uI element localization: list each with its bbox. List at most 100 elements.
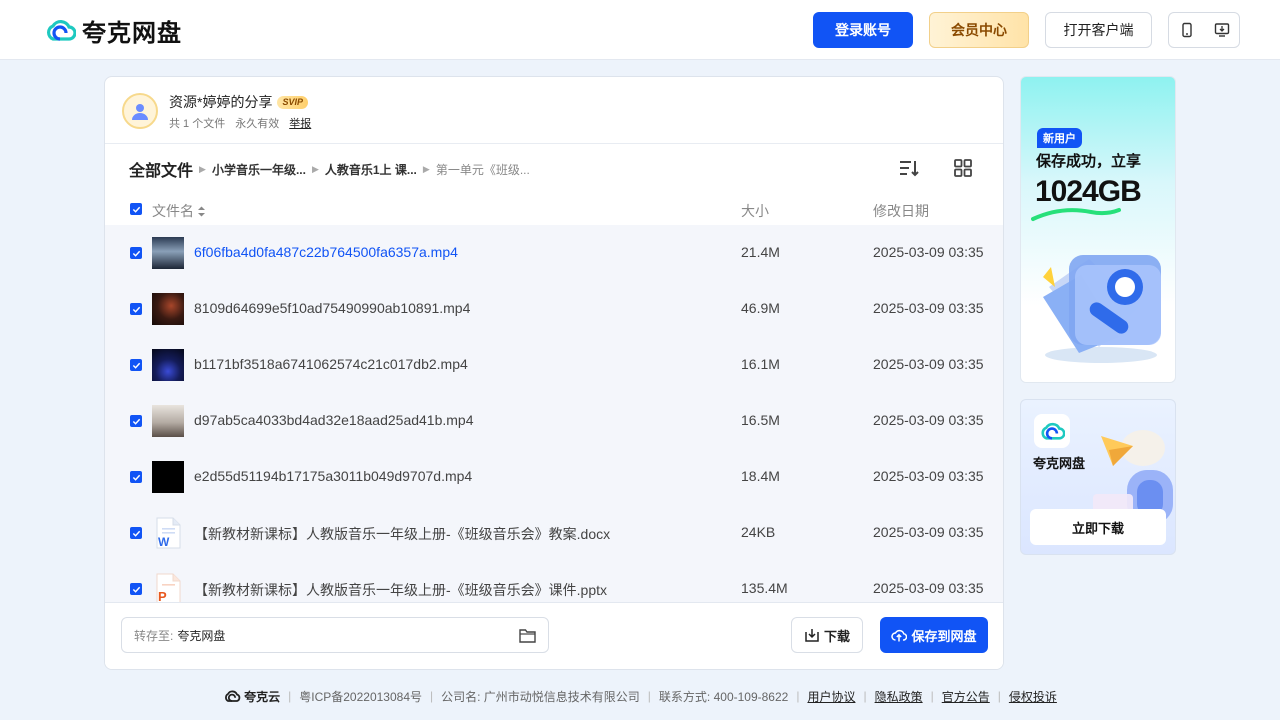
file-size: 135.4M <box>741 580 788 596</box>
video-thumbnail <box>152 461 184 493</box>
check-icon <box>132 586 140 593</box>
new-user-tag: 新用户 <box>1037 128 1082 148</box>
table-row[interactable]: P 【新教材新课标】人教版音乐一年级上册-《班级音乐会》课件.pptx 135.… <box>105 561 1003 602</box>
save-location-selector[interactable]: 转存至: 夸克网盘 <box>121 617 549 653</box>
file-size: 21.4M <box>741 244 780 260</box>
mobile-app-button[interactable] <box>1169 13 1204 47</box>
download-button[interactable]: 下载 <box>791 617 863 653</box>
app-illustration <box>1093 430 1173 524</box>
table-row[interactable]: b1171bf3518a6741062574c21c017db2.mp4 16.… <box>105 337 1003 393</box>
footer-link-announcements[interactable]: 官方公告 <box>942 688 990 705</box>
footer-contact: 联系方式: 400-109-8622 <box>658 689 789 704</box>
desktop-app-button[interactable] <box>1204 13 1239 47</box>
open-client-button[interactable]: 打开客户端 <box>1045 12 1152 48</box>
footer-divider: | <box>930 689 934 703</box>
grid-view-icon[interactable] <box>952 157 974 179</box>
table-row[interactable]: 8109d64699e5f10ad75490990ab10891.mp4 46.… <box>105 281 1003 337</box>
folder-icon <box>519 629 536 643</box>
column-date-header: 修改日期 <box>873 203 929 219</box>
footer-brand: 夸克云 <box>223 688 280 705</box>
file-name[interactable]: 【新教材新课标】人教版音乐一年级上册-《班级音乐会》课件.pptx <box>194 580 607 600</box>
table-row[interactable]: e2d55d51194b17175a3011b049d9707d.mp4 18.… <box>105 449 1003 505</box>
table-row[interactable]: W 【新教材新课标】人教版音乐一年级上册-《班级音乐会》教案.docx 24KB… <box>105 505 1003 561</box>
row-checkbox[interactable] <box>130 303 142 315</box>
device-download-group <box>1168 12 1240 48</box>
svip-badge: SVIP <box>277 95 308 109</box>
select-all-checkbox[interactable] <box>130 203 142 215</box>
swoosh-decoration <box>1031 208 1121 221</box>
word-doc-icon: W <box>152 517 184 549</box>
video-thumbnail <box>152 349 184 381</box>
breadcrumb-item[interactable]: 小学音乐一年级... <box>212 161 306 178</box>
file-size: 18.4M <box>741 468 780 484</box>
table-row[interactable]: d97ab5ca4033bd4ad32e18aad25ad41b.mp4 16.… <box>105 393 1003 449</box>
folder-illustration <box>1043 255 1161 363</box>
footer-divider: | <box>647 689 651 703</box>
desktop-icon <box>1214 23 1229 37</box>
footer-link-terms[interactable]: 用户协议 <box>807 688 855 705</box>
file-date: 2025-03-09 03:35 <box>873 580 984 596</box>
share-panel: 资源*婷婷的分享 SVIP 共 1 个文件 永久有效 举报 全部文件 ▶ 小学音… <box>104 76 1004 670</box>
file-size: 16.5M <box>741 412 780 428</box>
check-icon <box>132 474 140 481</box>
footer-brand-text: 夸克云 <box>244 689 281 704</box>
column-name-header[interactable]: 文件名 <box>152 201 206 221</box>
report-link[interactable]: 举报 <box>289 115 311 131</box>
file-name[interactable]: e2d55d51194b17175a3011b049d9707d.mp4 <box>194 468 472 484</box>
app-download-banner[interactable]: 夸克网盘 立即下载 <box>1020 399 1176 555</box>
vip-center-button[interactable]: 会员中心 <box>929 12 1029 48</box>
table-row[interactable]: 6f06fba4d0fa487c22b764500fa6357a.mp4 21.… <box>105 225 1003 281</box>
file-count: 共 1 个文件 <box>169 118 226 130</box>
new-user-promo-banner[interactable]: 新用户 保存成功，立享 1024GB <box>1020 76 1176 383</box>
save-to-drive-button[interactable]: 保存到网盘 <box>880 617 988 653</box>
validity: 永久有效 <box>235 118 280 130</box>
promo-line1: 保存成功，立享 <box>1036 153 1142 170</box>
row-checkbox[interactable] <box>130 415 142 427</box>
download-label: 下载 <box>823 628 850 644</box>
quark-app-logo <box>1034 414 1070 448</box>
quark-logo[interactable]: 夸克网盘 <box>44 15 182 47</box>
footer-icp: 粤ICP备2022013084号 <box>299 689 422 704</box>
save-to-label: 转存至: <box>134 628 174 643</box>
file-date: 2025-03-09 03:35 <box>873 468 984 484</box>
footer-link-privacy[interactable]: 隐私政策 <box>875 688 923 705</box>
svg-text:W: W <box>158 535 170 549</box>
footer-divider: | <box>288 689 292 703</box>
row-checkbox[interactable] <box>130 247 142 259</box>
footer-divider: | <box>796 689 800 703</box>
file-name[interactable]: 8109d64699e5f10ad75490990ab10891.mp4 <box>194 300 470 316</box>
row-checkbox[interactable] <box>130 471 142 483</box>
share-title-text: 资源*婷婷的分享 <box>169 94 273 110</box>
file-name[interactable]: d97ab5ca4033bd4ad32e18aad25ad41b.mp4 <box>194 412 474 428</box>
user-icon <box>132 104 148 120</box>
download-app-button[interactable]: 立即下载 <box>1030 509 1166 545</box>
download-icon <box>805 629 819 642</box>
file-name[interactable]: 6f06fba4d0fa487c22b764500fa6357a.mp4 <box>194 244 458 260</box>
file-name[interactable]: b1171bf3518a6741062574c21c017db2.mp4 <box>194 356 468 372</box>
sort-icon[interactable] <box>897 157 919 179</box>
ppt-icon: P <box>152 573 184 602</box>
file-size: 24KB <box>741 524 776 540</box>
footer-link-complaints[interactable]: 侵权投诉 <box>1009 688 1057 705</box>
file-size: 16.1M <box>741 356 780 372</box>
avatar <box>122 93 158 129</box>
breadcrumb-root[interactable]: 全部文件 <box>129 157 193 181</box>
footer: 夸克云 | 粤ICP备2022013084号 | 公司名: 广州市动悦信息技术有… <box>0 686 1280 706</box>
share-title: 资源*婷婷的分享 SVIP <box>169 92 308 112</box>
file-date: 2025-03-09 03:35 <box>873 412 984 428</box>
row-checkbox[interactable] <box>130 527 142 539</box>
breadcrumb-item[interactable]: 人教音乐1上 课... <box>325 161 417 178</box>
breadcrumb-current: 第一单元《班级... <box>435 162 530 177</box>
chevron-right-icon: ▶ <box>422 163 430 174</box>
footer-company: 公司名: 广州市动悦信息技术有限公司 <box>441 689 640 704</box>
column-name-label: 文件名 <box>152 203 194 219</box>
row-checkbox[interactable] <box>130 583 142 595</box>
top-bar: 夸克网盘 登录账号 会员中心 打开客户端 <box>0 0 1280 60</box>
file-name[interactable]: 【新教材新课标】人教版音乐一年级上册-《班级音乐会》教案.docx <box>194 524 610 544</box>
login-button[interactable]: 登录账号 <box>813 12 913 48</box>
action-bar: 转存至: 夸克网盘 下载 保存到网盘 <box>105 602 1003 669</box>
row-checkbox[interactable] <box>130 359 142 371</box>
check-icon <box>132 206 140 213</box>
check-icon <box>132 530 140 537</box>
footer-divider: | <box>430 689 434 703</box>
